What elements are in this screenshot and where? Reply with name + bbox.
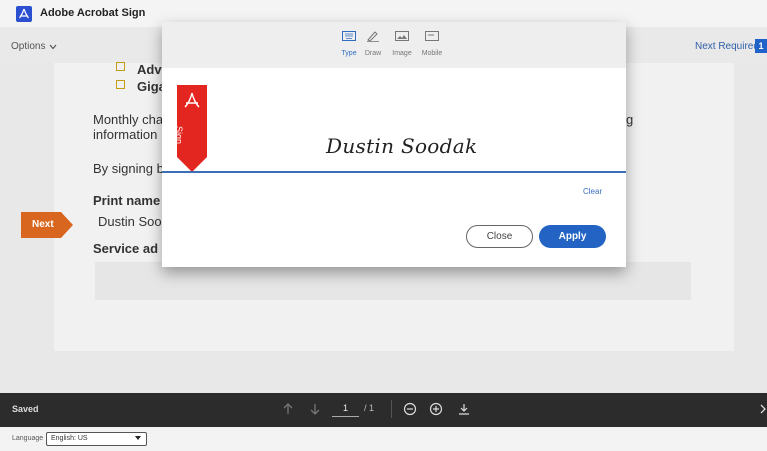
tab-image-label: Image (392, 50, 412, 57)
signature-input[interactable]: Dustin Soodak (326, 134, 477, 158)
document-paragraph-trailing: g (626, 112, 634, 127)
next-field-label: Next (32, 219, 54, 230)
arrow-up-icon[interactable] (281, 402, 295, 416)
options-button[interactable]: Options (11, 41, 57, 52)
page-total: / 1 (364, 403, 375, 413)
pen-icon (367, 31, 379, 42)
chevron-right-icon[interactable] (756, 402, 767, 416)
bottom-toolbar: Saved 1 / 1 (0, 393, 767, 427)
options-label: Options (11, 41, 46, 52)
print-name-value[interactable]: Dustin Soo (98, 214, 162, 229)
tab-image[interactable]: Image (387, 30, 417, 64)
language-select-value: English: US (51, 435, 88, 442)
document-list-item: Adv (137, 62, 162, 77)
close-button[interactable]: Close (466, 225, 533, 248)
tab-mobile[interactable]: Mobile (417, 30, 447, 64)
next-required-count-badge: 1 (755, 39, 767, 53)
chevron-down-icon (50, 44, 57, 49)
sign-ribbon-label: Sign (174, 126, 184, 145)
keyboard-icon (342, 31, 356, 41)
document-paragraph: Monthly cha (93, 112, 164, 127)
app-title: Adobe Acrobat Sign (40, 7, 146, 19)
next-field-button[interactable]: Next (21, 212, 73, 238)
checkbox-icon[interactable] (116, 80, 125, 89)
document-paragraph: By signing b (93, 161, 164, 176)
acrobat-logo-icon (16, 6, 32, 22)
mobile-icon (425, 31, 439, 41)
language-select[interactable]: English: US (46, 432, 147, 446)
zoom-in-icon[interactable] (429, 402, 443, 416)
signature-dialog: Type Draw Image Mobile Sign Dustin Sooda… (162, 22, 626, 267)
document-paragraph: information (93, 127, 158, 142)
service-address-label: Service ad (93, 241, 159, 256)
arrow-down-icon[interactable] (308, 402, 322, 416)
page-number-input[interactable]: 1 (332, 403, 359, 417)
tab-draw-label: Draw (364, 50, 382, 57)
apply-button[interactable]: Apply (539, 225, 606, 248)
service-address-field[interactable] (95, 262, 691, 300)
footer-bar: Language English: US (0, 427, 767, 451)
zoom-out-icon[interactable] (403, 402, 417, 416)
tab-mobile-label: Mobile (421, 50, 443, 57)
toolbar-divider (391, 400, 392, 418)
chevron-down-icon (135, 436, 141, 440)
print-name-label: Print name (93, 193, 161, 208)
tab-draw[interactable]: Draw (358, 30, 388, 64)
image-icon (395, 31, 409, 41)
signature-baseline (162, 171, 626, 173)
save-status: Saved (12, 404, 39, 414)
clear-button[interactable]: Clear (583, 187, 602, 196)
checkbox-icon[interactable] (116, 62, 125, 71)
language-label: Language (12, 435, 44, 442)
next-required-link[interactable]: Next Required (695, 41, 759, 52)
download-icon[interactable] (457, 402, 471, 416)
